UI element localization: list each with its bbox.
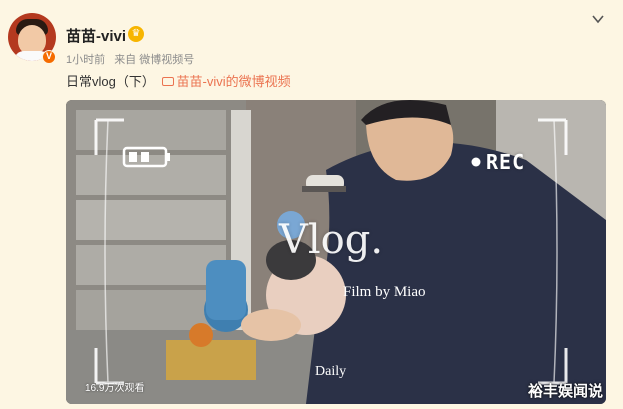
post-time[interactable]: 1小时前 (66, 54, 105, 66)
post-meta: 1小时前 来自 微博视频号 (66, 51, 200, 67)
daily-label: Daily (315, 364, 347, 379)
video-link[interactable]: 苗苗-vivi的微博视频 (162, 74, 291, 89)
video-link-label: 苗苗-vivi的微博视频 (176, 74, 291, 89)
watermark: 裕丰娱闻说 (528, 383, 604, 400)
film-credit: Film by Miao (343, 284, 426, 300)
username[interactable]: 苗苗-vivi (66, 25, 126, 46)
vlog-title: Vlog. (279, 217, 384, 263)
post-text: 日常vlog（下） 苗苗-vivi的微博视频 (66, 71, 291, 90)
play-count: 16.9万次观看 (85, 383, 145, 394)
post-body: 日常vlog（下） (66, 74, 155, 89)
rec-dot-icon (471, 157, 481, 167)
post-source: 来自 微博视频号 (114, 54, 195, 66)
crown-icon: ♛ (128, 26, 144, 42)
chevron-down-icon[interactable] (591, 13, 605, 25)
verified-badge-icon: V (42, 50, 56, 64)
video-player[interactable]: REC Vlog. Film by Miao Daily 16.9万次观看 (66, 100, 606, 404)
video-link-icon (162, 77, 175, 86)
weibo-post: V 苗苗-vivi ♛ 1小时前 来自 微博视频号 日常vlog（下） 苗苗-v… (0, 0, 623, 409)
rec-label: REC (486, 150, 526, 174)
